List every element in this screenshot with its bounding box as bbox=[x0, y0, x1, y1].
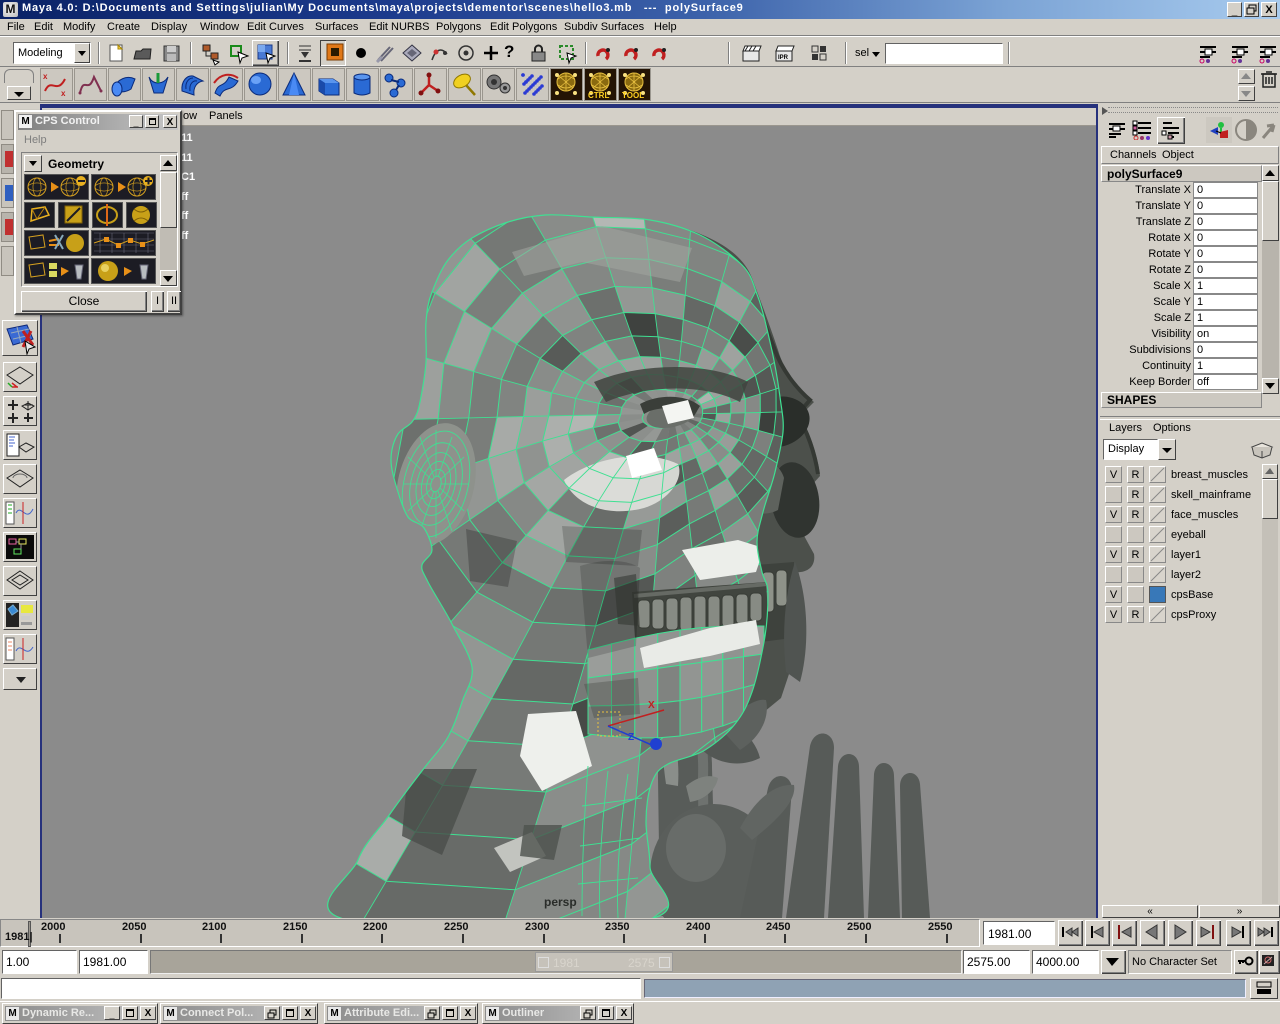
svg-text:persp: persp bbox=[544, 895, 577, 909]
svg-text:x: x bbox=[61, 89, 66, 98]
svg-text:Z: Z bbox=[628, 732, 634, 743]
svg-text:CTRL: CTRL bbox=[588, 91, 609, 100]
svg-text:x: x bbox=[43, 72, 48, 81]
svg-text:TOOL: TOOL bbox=[622, 91, 644, 100]
svg-text:X: X bbox=[648, 700, 655, 711]
svg-text:IPR: IPR bbox=[778, 55, 789, 61]
